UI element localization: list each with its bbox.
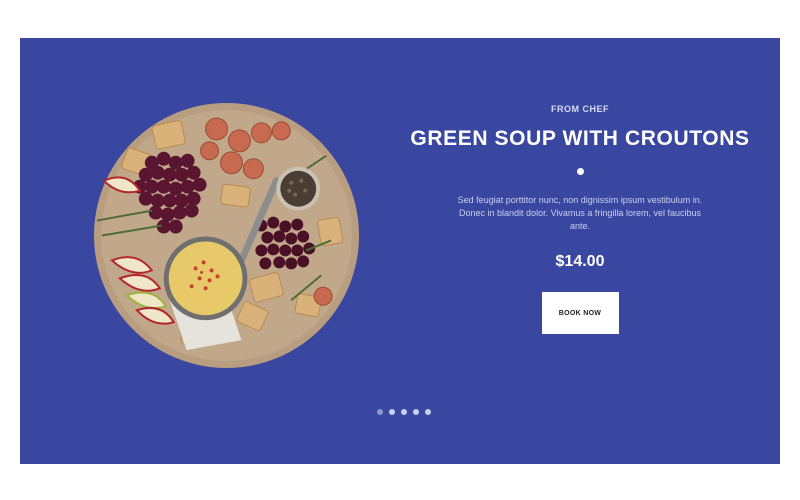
- pagination-dot-4[interactable]: [413, 409, 419, 415]
- hero-price: $14.00: [555, 253, 605, 270]
- hero-description: Sed feugiat porttitor nunc, non dignissi…: [457, 195, 703, 231]
- pagination-dot-1[interactable]: [377, 409, 383, 415]
- pagination-dot-5[interactable]: [425, 409, 431, 415]
- hero-title: GREEN SOUP WITH CROUTONS: [410, 127, 750, 150]
- food-platter-image: [92, 101, 361, 370]
- hero-slide: FROM CHEF GREEN SOUP WITH CROUTONS Sed f…: [20, 38, 780, 464]
- hero-eyebrow: FROM CHEF: [551, 104, 609, 114]
- pagination-dot-3[interactable]: [401, 409, 407, 415]
- pagination-dot-2[interactable]: [389, 409, 395, 415]
- book-now-button[interactable]: BOOK NOW: [541, 292, 619, 334]
- slider-pagination: [377, 409, 431, 415]
- hero-content: FROM CHEF GREEN SOUP WITH CROUTONS Sed f…: [410, 104, 750, 334]
- title-separator-dot: [576, 168, 584, 175]
